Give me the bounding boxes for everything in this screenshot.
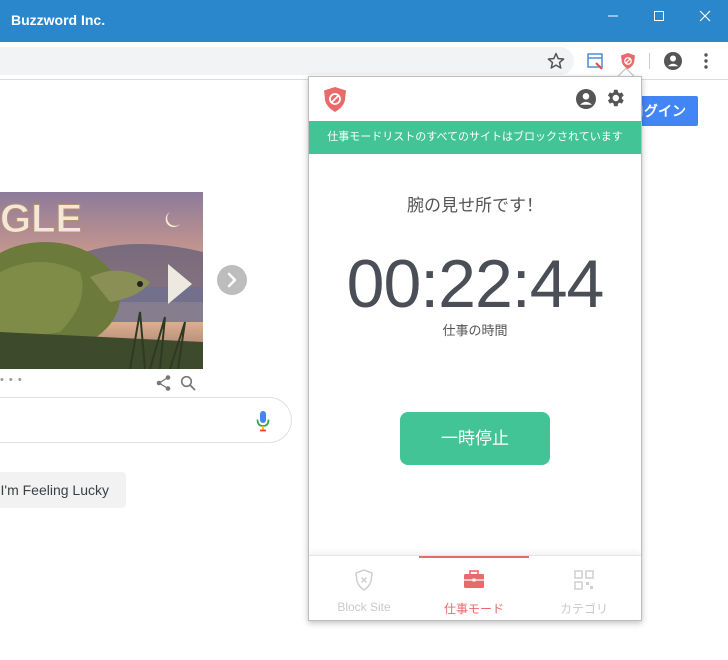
- microphone-icon[interactable]: [255, 410, 271, 432]
- browser-window: Buzzword Inc. ログイン GLE • • • I'm Feeling…: [0, 0, 728, 660]
- nav-label-block-site: Block Site: [337, 600, 391, 614]
- doodle-dots: • • •: [0, 374, 23, 386]
- google-doodle[interactable]: GLE: [0, 192, 203, 369]
- maximize-icon: [654, 11, 664, 21]
- extension-page-icon[interactable]: [585, 51, 605, 71]
- doodle-illustration: GLE: [0, 192, 203, 369]
- title-bar: Buzzword Inc.: [0, 0, 728, 42]
- popup-header: [309, 77, 641, 121]
- toolbar-divider: [649, 53, 650, 69]
- window-title: Buzzword Inc.: [11, 12, 106, 28]
- timer-label: 仕事の時間: [442, 323, 508, 338]
- close-button[interactable]: [682, 0, 728, 32]
- maximize-button[interactable]: [636, 0, 682, 32]
- pause-button[interactable]: 一時停止: [400, 412, 550, 465]
- search-icon[interactable]: [180, 375, 196, 391]
- bookmark-star-icon[interactable]: [546, 51, 566, 71]
- bottom-nav: Block Site 仕事モード カテゴリ: [309, 555, 641, 620]
- work-mode-banner: 仕事モードリストのすべてのサイトはブロックされています: [309, 121, 641, 154]
- doodle-actions: • • •: [0, 374, 200, 392]
- minimize-button[interactable]: [590, 0, 636, 32]
- menu-dots-icon[interactable]: [696, 51, 716, 71]
- chevron-right-icon: [227, 272, 237, 288]
- block-site-popup: 仕事モードリストのすべてのサイトはブロックされています 腕の見せ所です！ 00:…: [308, 76, 642, 621]
- grid-icon: [574, 570, 594, 590]
- account-icon[interactable]: [575, 88, 597, 110]
- share-icon[interactable]: [155, 374, 173, 392]
- motivation-message: 腕の見せ所です！: [407, 196, 543, 215]
- block-site-extension-icon[interactable]: [618, 51, 638, 71]
- work-timer: 00:22:44: [346, 246, 605, 322]
- account-icon[interactable]: [663, 51, 683, 71]
- block-site-logo-icon: [324, 87, 346, 112]
- close-icon: [699, 10, 711, 22]
- settings-gear-icon[interactable]: [604, 87, 626, 109]
- nav-block-site[interactable]: Block Site: [309, 556, 419, 620]
- google-search-input[interactable]: [0, 397, 292, 443]
- nav-label-work-mode: 仕事モード: [443, 602, 504, 616]
- minimize-icon: [608, 15, 618, 17]
- doodle-next-button[interactable]: [217, 265, 247, 295]
- nav-work-mode[interactable]: 仕事モード: [419, 556, 529, 620]
- nav-label-category: カテゴリ: [559, 602, 608, 616]
- svg-text:GLE: GLE: [0, 197, 82, 241]
- briefcase-icon: [464, 570, 484, 588]
- address-bar[interactable]: [0, 47, 574, 75]
- feeling-lucky-button[interactable]: I'm Feeling Lucky: [0, 472, 126, 508]
- nav-category[interactable]: カテゴリ: [529, 556, 639, 620]
- shield-icon: [355, 569, 373, 591]
